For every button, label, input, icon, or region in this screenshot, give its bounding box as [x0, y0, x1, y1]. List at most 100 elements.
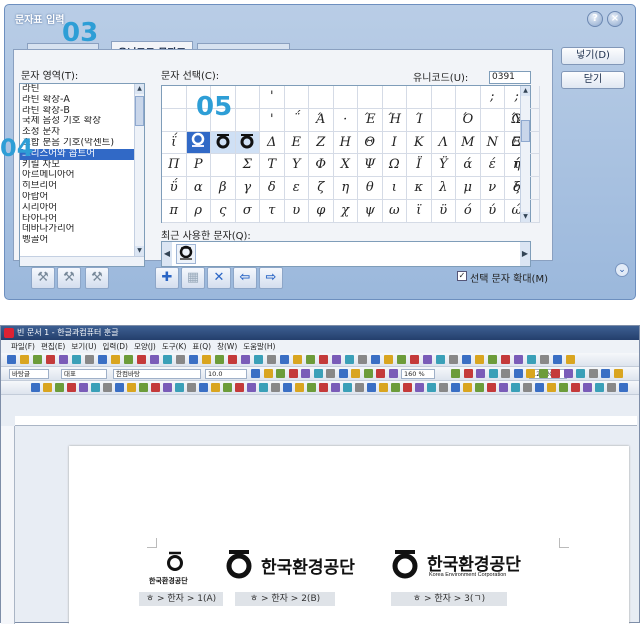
toolbar-icon[interactable]	[501, 355, 510, 364]
char-cell[interactable]	[529, 131, 540, 155]
char-cell[interactable]	[284, 86, 309, 109]
toolbar-icon[interactable]	[563, 369, 573, 378]
char-cell[interactable]: ι	[382, 177, 407, 200]
toolbar-icon[interactable]	[538, 369, 548, 378]
app-titlebar[interactable]: 빈 문서 1 - 한글과컴퓨터 훈글	[1, 326, 639, 340]
toolbar-icon[interactable]	[151, 383, 160, 392]
toolbar-icon[interactable]	[59, 355, 68, 364]
char-cell[interactable]: ϋ	[431, 200, 456, 223]
toolbar-icon[interactable]	[199, 383, 208, 392]
toolbar-icon[interactable]	[566, 355, 575, 364]
char-cell[interactable]: Π	[162, 154, 187, 178]
char-cell[interactable]: β	[211, 177, 236, 200]
char-cell[interactable]	[162, 86, 187, 109]
char-cell[interactable]: ·	[333, 108, 358, 132]
char-cell[interactable]: φ	[309, 200, 334, 223]
toolbar-icon[interactable]	[7, 355, 16, 364]
char-cell[interactable]: Κ	[407, 131, 432, 155]
char-cell[interactable]: ς	[211, 200, 236, 223]
toolbar-icon[interactable]	[215, 355, 224, 364]
toolbar-icon[interactable]	[175, 383, 184, 392]
dialog-titlebar[interactable]: 문자표 입력 ? ×	[9, 7, 633, 27]
toolbar-icon[interactable]	[228, 355, 237, 364]
char-cell[interactable]: Ε	[284, 131, 309, 155]
char-cell[interactable]: η	[333, 177, 358, 200]
insert-button[interactable]: 넣기(D)	[561, 47, 625, 65]
scroll-thumb[interactable]	[521, 120, 530, 142]
toolbar-icon[interactable]	[241, 355, 250, 364]
char-cell[interactable]	[529, 177, 540, 200]
line-spacing-combo[interactable]: 160 %	[401, 369, 435, 379]
char-cell[interactable]: Υ	[284, 154, 309, 178]
toolbar-icon[interactable]	[263, 369, 273, 378]
menu-item[interactable]: 도움말(H)	[243, 342, 275, 351]
toolbar-icon[interactable]	[436, 355, 445, 364]
char-cell[interactable]: ΅	[284, 108, 309, 132]
toolbar-icon[interactable]	[576, 369, 585, 378]
toolbar-icon[interactable]	[476, 369, 485, 378]
area-list-item[interactable]: 그리스어와 콥트어	[20, 148, 134, 160]
area-list-item[interactable]: 라틴	[20, 84, 134, 95]
toolbar-icon[interactable]	[595, 383, 604, 392]
char-cell[interactable]: Ν	[480, 131, 505, 155]
char-cell[interactable]	[529, 154, 540, 178]
char-cell[interactable]: '	[260, 108, 285, 132]
char-cell[interactable]: Ϋ	[431, 154, 456, 178]
expand-dialog-icon[interactable]: ⌄	[615, 263, 629, 277]
expand-checkbox[interactable]: ✓	[457, 271, 467, 281]
scroll-down-icon[interactable]: ▼	[135, 246, 144, 256]
toolbar-icon[interactable]	[553, 355, 562, 364]
char-cell-logo[interactable]	[235, 131, 260, 155]
toolbar-icon[interactable]	[488, 369, 498, 378]
char-cell-logo[interactable]	[186, 131, 211, 155]
toolbar-icon[interactable]	[388, 369, 398, 378]
area-list-scrollbar[interactable]: ▲ ▼	[134, 84, 144, 266]
toolbar-icon[interactable]	[488, 355, 497, 364]
toolbar-icon[interactable]	[247, 383, 256, 392]
toolbar-icon[interactable]	[211, 383, 220, 392]
area-list-item[interactable]: 아랍어	[20, 192, 134, 203]
toolbar-icon[interactable]	[91, 383, 100, 392]
char-cell[interactable]: θ	[358, 177, 383, 200]
toolbar-icon[interactable]	[326, 369, 335, 378]
toolbar-icon[interactable]	[267, 355, 276, 364]
charset-add-icon[interactable]: ⚒	[31, 267, 55, 289]
char-cell[interactable]: ψ	[358, 200, 383, 223]
recent-chars[interactable]: ◀ ▶	[161, 241, 531, 267]
char-cell[interactable]	[211, 154, 236, 178]
char-cell[interactable]: γ	[235, 177, 260, 200]
toolbar-icon[interactable]	[583, 383, 592, 392]
toolbar-icon[interactable]	[288, 369, 298, 378]
char-cell[interactable]: ΰ	[162, 177, 187, 200]
style-combo[interactable]: 바탕글	[9, 369, 49, 379]
toolbar-icon[interactable]	[189, 355, 198, 364]
toolbar-icon[interactable]	[540, 355, 549, 364]
toolbar-icon[interactable]	[307, 383, 316, 392]
help-icon[interactable]: ?	[587, 11, 603, 27]
scroll-down-icon[interactable]: ▼	[521, 212, 530, 222]
area-list-item[interactable]: 벵골어	[20, 235, 134, 246]
char-cell[interactable]	[235, 108, 260, 132]
char-cell[interactable]	[529, 86, 540, 109]
menu-item[interactable]: 도구(K)	[162, 342, 187, 351]
toolbar-icon[interactable]	[451, 369, 460, 378]
recent-prev-icon[interactable]: ◀	[162, 242, 172, 266]
toolbar-icon[interactable]	[103, 383, 112, 392]
area-list-hscrollbar[interactable]	[20, 256, 144, 266]
menu-item[interactable]: 보기(U)	[71, 342, 96, 351]
toolbar-icon[interactable]	[607, 383, 616, 392]
toolbar-icon[interactable]	[379, 383, 388, 392]
char-cell-logo[interactable]	[211, 131, 236, 155]
delete-char-icon[interactable]: ✕	[207, 267, 231, 289]
char-cell[interactable]: Μ	[456, 131, 481, 155]
toolbar-icon[interactable]	[20, 355, 29, 364]
charset-edit-icon[interactable]: ⚒	[57, 267, 81, 289]
toolbar-icon[interactable]	[463, 369, 473, 378]
font-name-combo[interactable]: 한컴바탕	[113, 369, 201, 379]
toolbar-icon[interactable]	[176, 355, 185, 364]
toolbar-icon[interactable]	[410, 355, 419, 364]
toolbar-icon[interactable]	[115, 383, 124, 392]
move-left-icon[interactable]: ⇦	[233, 267, 257, 289]
char-cell[interactable]: Σ	[235, 154, 260, 178]
toolbar-icon[interactable]	[280, 355, 289, 364]
